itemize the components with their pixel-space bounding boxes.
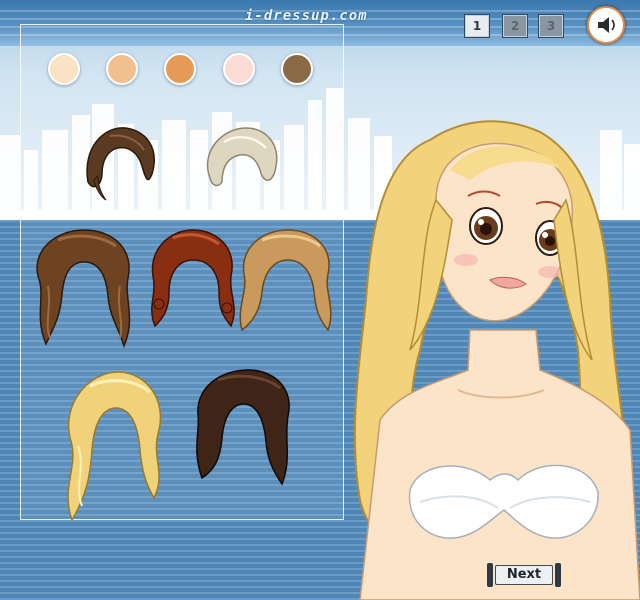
next-button[interactable]: Next — [487, 563, 561, 587]
skin-swatch-3[interactable] — [164, 53, 196, 85]
dressup-model — [353, 120, 640, 600]
next-button-label: Next — [495, 565, 553, 585]
hairstyle-platinum-pixie[interactable] — [200, 122, 282, 194]
page-button-2[interactable]: 2 — [502, 14, 528, 38]
hairstyle-curly-auburn[interactable] — [145, 226, 240, 336]
skin-swatch-2[interactable] — [106, 53, 138, 85]
hairstyle-long-honey-blonde[interactable] — [232, 226, 338, 338]
next-button-cap-right — [555, 563, 561, 587]
hairstyle-long-golden-curls[interactable] — [60, 366, 170, 528]
hairstyle-long-brown-wavy[interactable] — [28, 226, 140, 356]
site-logo[interactable]: i-dressup.com — [245, 8, 368, 24]
page-button-3[interactable]: 3 — [538, 14, 564, 38]
game-stage: i-dressup.com 1 2 3 Next — [0, 0, 640, 600]
skin-swatch-4[interactable] — [223, 53, 255, 85]
next-button-cap-left — [487, 563, 493, 587]
page-button-1[interactable]: 1 — [464, 14, 490, 38]
hairstyle-dark-brown-bob[interactable] — [188, 366, 298, 496]
skin-swatch-1[interactable] — [48, 53, 80, 85]
hairstyle-short-brown[interactable] — [80, 122, 160, 204]
skin-swatch-5[interactable] — [281, 53, 313, 85]
speaker-icon — [598, 17, 615, 33]
sound-toggle-button[interactable] — [587, 6, 625, 44]
